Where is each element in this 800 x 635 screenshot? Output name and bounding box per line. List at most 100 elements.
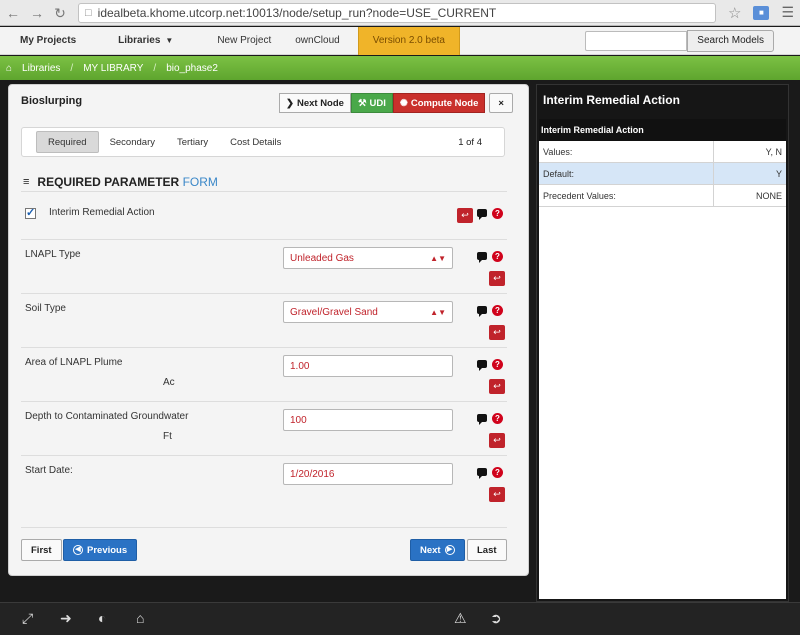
extension-icon[interactable]: ■	[753, 5, 770, 20]
divider	[21, 527, 507, 528]
breadcrumb-libraries[interactable]: Libraries	[22, 63, 60, 74]
field-area: Area of LNAPL Plume Ac 1.00 ? ↩	[23, 355, 505, 403]
list-icon: ≡	[23, 176, 30, 188]
version-badge: Version 2.0 beta	[357, 26, 460, 55]
field-interim: ✓ Interim Remedial Action ↩ ?	[23, 205, 503, 235]
comment-icon[interactable]	[477, 252, 487, 263]
area-label: Area of LNAPL Plume	[25, 357, 123, 368]
first-button[interactable]: First	[21, 539, 62, 561]
start-date-label: Start Date:	[25, 465, 73, 476]
interim-checkbox[interactable]: ✓	[25, 208, 36, 219]
tab-cost-details[interactable]: Cost Details	[219, 131, 292, 153]
next-node-label: Next Node	[296, 97, 344, 109]
forward-icon[interactable]: →	[30, 6, 44, 20]
compute-node-button[interactable]: ✺ Compute Node	[392, 93, 486, 113]
nav-new-project[interactable]: New Project	[205, 27, 283, 55]
bookmark-star-icon[interactable]: ☆	[728, 4, 741, 22]
row-value: Y, N	[765, 146, 782, 157]
field-soil: Soil Type Gravel/Gravel Sand ▲▼ ? ↩	[23, 301, 505, 349]
divider	[21, 347, 507, 348]
next-button[interactable]: Next ▶	[410, 539, 465, 561]
row-value: Y	[775, 168, 782, 179]
row-key: Precedent Values:	[539, 185, 714, 206]
comment-icon[interactable]	[477, 306, 487, 317]
logout-icon[interactable]: ➲	[490, 611, 502, 625]
table-row: Default: Y	[539, 163, 786, 185]
field-lnapl: LNAPL Type Unleaded Gas ▲▼ ? ↩	[23, 247, 505, 295]
field-depth: Depth to Contaminated Groundwater Ft 100…	[23, 409, 505, 457]
depth-unit: Ft	[163, 431, 172, 442]
nav-owncloud[interactable]: ownCloud	[283, 27, 351, 55]
select-arrows-icon: ▲▼	[430, 307, 446, 317]
comment-icon[interactable]	[477, 209, 487, 220]
reset-icon[interactable]: ↩	[489, 487, 505, 502]
lnapl-select[interactable]: Unleaded Gas ▲▼	[283, 247, 453, 269]
soil-select[interactable]: Gravel/Gravel Sand ▲▼	[283, 301, 453, 323]
tab-tertiary[interactable]: Tertiary	[166, 131, 219, 153]
select-arrows-icon: ▲▼	[430, 253, 446, 263]
divider	[21, 455, 507, 456]
next-node-button[interactable]: ❯ Next Node	[279, 93, 351, 113]
tab-secondary[interactable]: Secondary	[99, 131, 166, 153]
heading-main: REQUIRED PARAMETER	[37, 175, 180, 189]
home-icon[interactable]: ⌂	[6, 63, 12, 74]
dashboard-icon[interactable]: ◐	[98, 611, 106, 625]
search-input[interactable]	[585, 30, 688, 51]
form-heading: ≡ REQUIRED PARAMETER FORM	[23, 175, 218, 189]
sign-in-icon[interactable]: ➜	[60, 611, 72, 625]
comment-icon[interactable]	[477, 468, 487, 479]
divider	[21, 191, 507, 192]
home-icon[interactable]: ⌂	[136, 611, 144, 625]
reset-icon[interactable]: ↩	[489, 271, 505, 286]
close-button[interactable]: ×	[489, 93, 513, 113]
row-key: Default:	[539, 163, 714, 184]
nav-libraries[interactable]: Libraries ▼	[104, 27, 205, 55]
nav-libraries-label: Libraries	[118, 35, 161, 46]
fullscreen-icon[interactable]: ⤢	[22, 611, 33, 625]
row-value: NONE	[755, 190, 782, 201]
divider	[21, 239, 507, 240]
tools-icon: ⚒	[357, 97, 367, 109]
sidebar-subtitle: Interim Remedial Action	[539, 119, 786, 141]
breadcrumb-my-library[interactable]: MY LIBRARY	[83, 63, 143, 74]
browser-menu-icon[interactable]: ☰	[781, 4, 794, 21]
comment-icon[interactable]	[477, 414, 487, 425]
chevron-right-icon: ❯	[286, 97, 294, 109]
help-icon[interactable]: ?	[492, 413, 503, 424]
next-label: Next	[420, 544, 441, 556]
help-icon[interactable]: ?	[492, 251, 503, 262]
interim-label: Interim Remedial Action	[49, 207, 155, 218]
reset-icon[interactable]: ↩	[489, 433, 505, 448]
divider	[21, 293, 507, 294]
back-icon[interactable]: ←	[6, 6, 20, 20]
area-input[interactable]: 1.00	[283, 355, 453, 377]
nav-my-projects[interactable]: My Projects	[0, 27, 104, 55]
address-bar[interactable]: □ idealbeta.khome.utcorp.net:10013/node/…	[78, 2, 716, 23]
reset-icon[interactable]: ↩	[457, 208, 473, 223]
reset-icon[interactable]: ↩	[489, 379, 505, 394]
breadcrumb-current: bio_phase2	[166, 62, 218, 74]
lnapl-value: Unleaded Gas	[290, 252, 354, 264]
search-models-button[interactable]: Search Models	[687, 29, 774, 52]
start-date-input[interactable]: 1/20/2016	[283, 463, 453, 485]
reset-icon[interactable]: ↩	[489, 325, 505, 340]
field-start-date: Start Date: 1/20/2016 ? ↩	[23, 463, 505, 511]
help-icon[interactable]: ?	[492, 208, 503, 219]
comment-icon[interactable]	[477, 360, 487, 371]
reload-icon[interactable]: ↻	[54, 6, 66, 20]
last-button[interactable]: Last	[467, 539, 507, 561]
breadcrumb-separator: /	[70, 62, 74, 74]
sidebar-table: Values: Y, N Default: Y Precedent Values…	[539, 141, 786, 599]
tab-required[interactable]: Required	[36, 131, 99, 153]
udi-button[interactable]: ⚒ UDI	[350, 93, 393, 113]
previous-button[interactable]: ◀ Previous	[63, 539, 138, 561]
sidebar-title: Interim Remedial Action	[543, 93, 680, 107]
help-icon[interactable]: ?	[492, 467, 503, 478]
depth-input[interactable]: 100	[283, 409, 453, 431]
arrow-right-circle-icon: ▶	[444, 545, 455, 555]
help-icon[interactable]: ?	[492, 359, 503, 370]
warning-icon[interactable]: ⚠	[454, 611, 467, 625]
table-row: Precedent Values: NONE	[539, 185, 786, 207]
search-group: Search Models	[585, 29, 800, 52]
help-icon[interactable]: ?	[492, 305, 503, 316]
